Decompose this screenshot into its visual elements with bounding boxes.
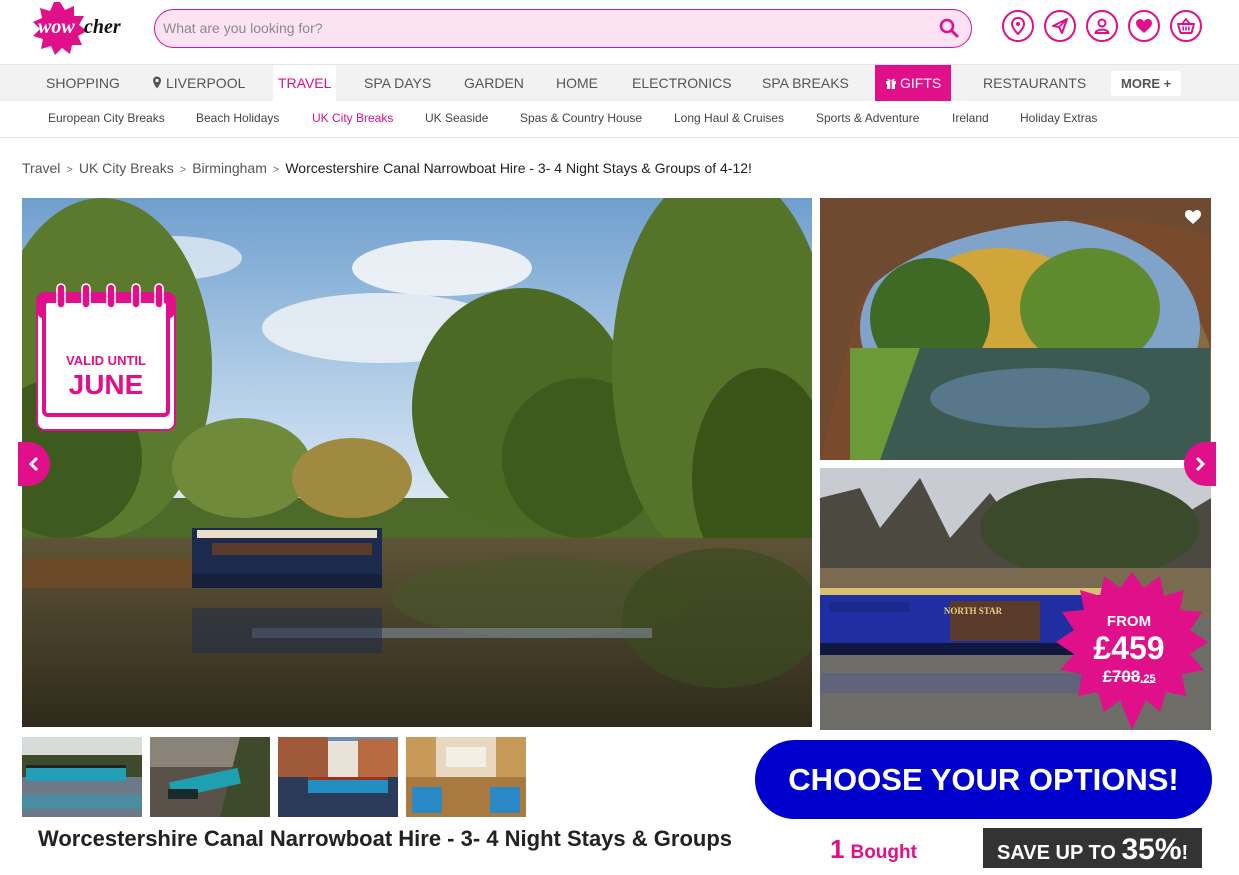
gift-icon [885,77,897,89]
nav-item-spa-breaks[interactable]: SPA BREAKS [762,65,849,102]
valid-until-badge: VALID UNTIL JUNE [36,283,176,431]
svg-text:wow: wow [38,16,75,38]
nav-item-garden[interactable]: GARDEN [464,65,524,102]
account-icon[interactable] [1086,10,1118,42]
search-icon[interactable] [939,18,959,38]
nav-item-gifts[interactable]: GIFTS [875,65,951,102]
badge-valid-until: VALID UNTIL [36,353,176,368]
breadcrumb-separator: > [180,164,186,176]
subnav-item-long-haul-cruises[interactable]: Long Haul & Cruises [674,111,784,125]
subnav-item-holiday-extras[interactable]: Holiday Extras [1020,111,1097,125]
wishlist-heart-icon[interactable] [1128,10,1160,42]
price-original: £708.25 [1056,667,1202,687]
main-photo-canal[interactable] [22,198,812,727]
price-from-label: FROM [1056,613,1202,630]
breadcrumb: Travel > UK City Breaks > Birmingham > Worcest… [22,160,752,176]
main-nav: SHOPPING LIVERPOOL TRAVEL SPA DAYS GARDE… [0,64,1239,101]
bought-counter: 1 Bought [830,834,917,865]
save-suffix: ! [1182,842,1189,864]
price-badge: FROM £459 £708.25 [1056,572,1208,730]
bought-label: Bought [850,842,916,863]
more-menu-button[interactable]: MORE + [1111,71,1181,96]
search-bar [154,9,972,48]
location-pin-icon[interactable] [1002,10,1034,42]
subnav-item-beach-holidays[interactable]: Beach Holidays [196,111,279,125]
nav-item-shopping[interactable]: SHOPPING [46,65,120,102]
gallery-thumbnail[interactable] [278,737,398,817]
breadcrumb-current: Worcestershire Canal Narrowboat Hire - 3… [285,160,752,176]
nav-item-spa-days[interactable]: SPA DAYS [364,65,431,102]
choose-options-button[interactable]: CHOOSE YOUR OPTIONS! [755,740,1212,819]
breadcrumb-separator: > [66,164,72,176]
nav-item-gifts-label: GIFTS [900,75,941,91]
nav-item-electronics[interactable]: ELECTRONICS [632,65,732,102]
nav-item-travel[interactable]: TRAVEL [273,65,336,102]
deal-title: Worcestershire Canal Narrowboat Hire - 3… [38,826,732,852]
side-photo-bridge[interactable] [820,198,1211,460]
subnav-item-spas-country-house[interactable]: Spas & Country House [520,111,642,125]
basket-icon[interactable] [1170,10,1202,42]
breadcrumb-link-uk-city-breaks[interactable]: UK City Breaks [79,160,174,176]
nav-item-liverpool-label: LIVERPOOL [166,75,245,91]
send-plane-icon[interactable] [1044,10,1076,42]
save-badge: SAVE UP TO 35%! [983,828,1202,868]
price-original-pence: .25 [1140,673,1155,685]
gallery-thumbnail[interactable] [406,737,526,817]
nav-item-restaurants[interactable]: RESTAURANTS [983,65,1086,102]
subnav-item-uk-seaside[interactable]: UK Seaside [425,111,488,125]
save-label: SAVE UP TO [997,842,1116,864]
badge-month: JUNE [36,369,176,401]
subnav-item-european-city-breaks[interactable]: European City Breaks [48,111,165,125]
site-header: wow cher [0,0,1239,64]
breadcrumb-separator: > [273,164,279,176]
chevron-right-icon [1194,456,1206,472]
nav-item-home[interactable]: HOME [556,65,598,102]
chevron-left-icon [28,456,40,472]
boat-name-label: NORTH STAR [944,606,1003,616]
price-amount: £459 [1056,630,1202,667]
breadcrumb-link-birmingham[interactable]: Birmingham [192,160,267,176]
location-pin-icon [152,76,162,89]
bought-count: 1 [830,834,844,864]
subnav-item-ireland[interactable]: Ireland [952,111,989,125]
subnav-item-uk-city-breaks[interactable]: UK City Breaks [312,111,393,125]
breadcrumb-link-travel[interactable]: Travel [22,160,60,176]
nav-item-liverpool[interactable]: LIVERPOOL [152,65,245,102]
favourite-heart-icon[interactable] [1184,209,1202,230]
subnav-item-sports-adventure[interactable]: Sports & Adventure [816,111,919,125]
search-input[interactable] [163,10,923,46]
travel-subnav: European City Breaks Beach Holidays UK C… [0,101,1239,138]
svg-text:cher: cher [84,16,121,38]
save-percentage: 35% [1122,833,1182,866]
gallery-thumbnail[interactable] [150,737,270,817]
price-original-pounds: £708 [1102,667,1140,686]
gallery-thumbnail[interactable] [22,737,142,817]
wowcher-logo[interactable]: wow cher [30,0,130,56]
